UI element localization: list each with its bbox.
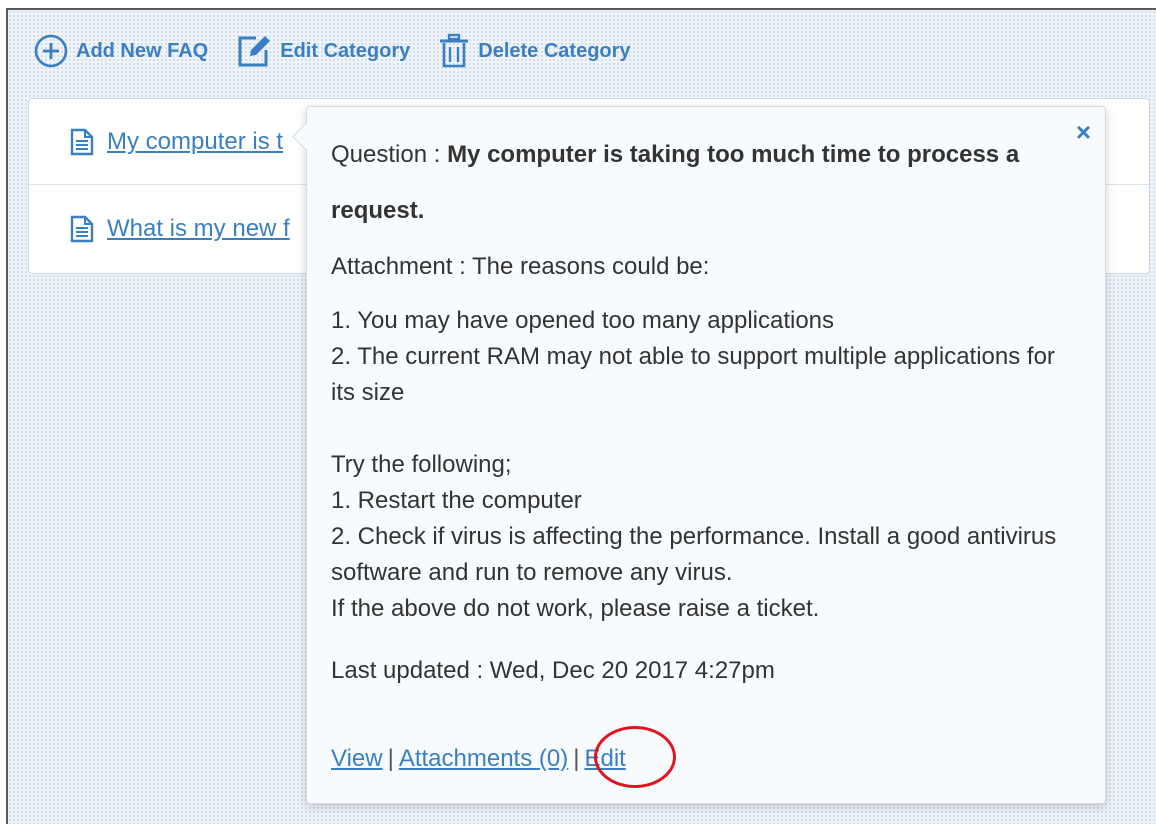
question-label: Question : [331,141,448,168]
attachment-line: Attachment : The reasons could be: [331,253,710,280]
edit-icon [236,33,272,69]
view-link[interactable]: View [331,745,383,772]
edit-link[interactable]: Edit [584,745,625,772]
close-icon[interactable]: × [1076,119,1091,145]
add-new-faq-button[interactable]: Add New FAQ [34,34,208,68]
delete-category-button[interactable]: Delete Category [438,33,631,69]
edit-category-button[interactable]: Edit Category [236,33,410,69]
document-icon [69,128,95,156]
popover-content: Question : My computer is taking too muc… [331,127,1071,689]
popover-links: View | Attachments (0) | Edit [331,745,626,773]
plus-circle-icon [34,34,68,68]
delete-category-label: Delete Category [478,39,631,62]
faq-preview-popover: × Question : My computer is taking too m… [292,106,1106,804]
last-updated: Last updated : Wed, Dec 20 2017 4:27pm [331,657,775,684]
answer-body: 1. You may have opened too many applicat… [331,307,1057,622]
edit-category-label: Edit Category [280,39,411,62]
document-icon [69,215,95,243]
trash-icon [438,33,470,69]
link-separator: | [573,745,580,772]
question-line: Question : My computer is taking too muc… [331,127,1071,239]
faq-title-link[interactable]: My computer is t [107,128,283,156]
add-new-faq-label: Add New FAQ [76,39,209,62]
attachments-link[interactable]: Attachments (0) [399,745,568,772]
faq-toolbar: Add New FAQ Edit Category Delete Categor… [34,32,631,70]
faq-title-link[interactable]: What is my new f [107,215,290,243]
link-separator: | [387,745,394,772]
